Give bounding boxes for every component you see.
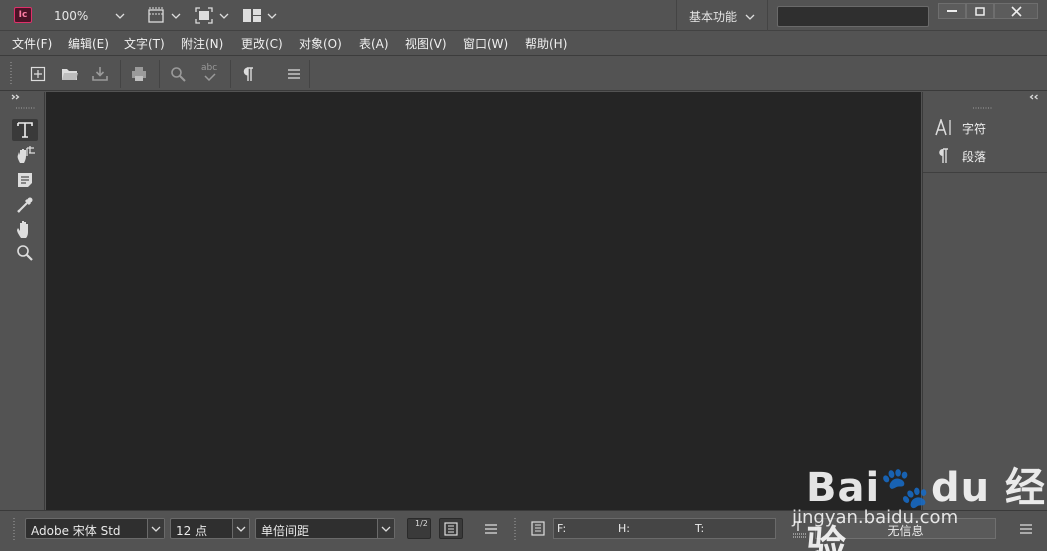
panel-grip-icon[interactable] bbox=[16, 106, 36, 110]
app-logo-icon: Ic bbox=[14, 7, 32, 23]
chevron-down-icon bbox=[381, 526, 391, 532]
menu-changes[interactable]: 更改(C) bbox=[241, 35, 283, 52]
pilcrow-icon[interactable] bbox=[242, 66, 254, 82]
find-icon[interactable] bbox=[170, 66, 186, 82]
chevron-down-icon bbox=[236, 526, 246, 532]
paragraph-icon bbox=[939, 148, 948, 163]
zoom-tool-button[interactable] bbox=[12, 242, 38, 264]
character-panel-label: 字符 bbox=[962, 122, 987, 136]
zoom-dropdown-chevron-icon[interactable] bbox=[115, 12, 125, 20]
font-family-select[interactable]: Adobe 宋体 Std bbox=[25, 518, 165, 539]
minimize-icon bbox=[947, 10, 957, 12]
statusbar-grip-icon[interactable] bbox=[513, 518, 517, 540]
maximize-button[interactable] bbox=[966, 3, 994, 19]
workspace-switcher[interactable]: 基本功能 bbox=[689, 8, 737, 25]
menu-help[interactable]: 帮助(H) bbox=[525, 35, 567, 52]
control-toolbar: abc bbox=[0, 55, 1047, 91]
import-icon[interactable] bbox=[92, 66, 108, 82]
paragraph-style-toggle[interactable] bbox=[439, 518, 463, 539]
menu-view[interactable]: 视图(V) bbox=[405, 35, 447, 52]
f-label: F: bbox=[557, 522, 567, 535]
document-lines-icon bbox=[444, 522, 458, 536]
baidu-watermark-url: jingyan.baidu.com bbox=[792, 507, 959, 528]
toolbar-menu-icon[interactable] bbox=[286, 66, 302, 82]
menu-table[interactable]: 表(A) bbox=[359, 35, 389, 52]
panel-grip-icon[interactable] bbox=[973, 106, 993, 110]
menu-notes[interactable]: 附注(N) bbox=[181, 35, 223, 52]
toolbar-separator bbox=[230, 60, 231, 88]
paragraph-panel-label: 段落 bbox=[962, 150, 987, 164]
eyedropper-icon bbox=[17, 197, 33, 213]
screen-mode-icon[interactable] bbox=[195, 7, 213, 24]
arrange-documents-icon[interactable] bbox=[242, 8, 262, 23]
h-label: H: bbox=[618, 522, 630, 535]
note-tool-icon bbox=[18, 173, 32, 187]
toolbar-grip-icon[interactable] bbox=[9, 62, 13, 86]
open-folder-icon[interactable] bbox=[61, 66, 79, 82]
font-size-select[interactable]: 12 点 bbox=[170, 518, 250, 539]
screen-mode-chevron-icon[interactable] bbox=[219, 12, 229, 20]
type-tool-icon bbox=[17, 122, 33, 138]
hand-icon bbox=[17, 221, 28, 238]
story-icon[interactable] bbox=[531, 521, 545, 536]
menu-file[interactable]: 文件(F) bbox=[12, 35, 52, 52]
font-size-dropdown[interactable] bbox=[232, 519, 249, 538]
tools-panel bbox=[8, 92, 45, 510]
new-document-icon[interactable] bbox=[30, 66, 46, 82]
view-options-icon[interactable] bbox=[147, 7, 167, 24]
menu-window[interactable]: 窗口(W) bbox=[463, 35, 508, 52]
statusbar-menu-icon[interactable] bbox=[483, 522, 499, 536]
t-label: T: bbox=[695, 522, 705, 535]
close-button[interactable] bbox=[994, 3, 1038, 19]
toolbar-separator bbox=[120, 60, 121, 88]
toolbar-separator bbox=[159, 60, 160, 88]
line-spacing-dropdown[interactable] bbox=[377, 519, 394, 538]
position-tool-icon bbox=[17, 146, 35, 163]
chevron-down-icon bbox=[151, 526, 161, 532]
baidu-watermark: Bai🐾du 经验 bbox=[806, 465, 1047, 551]
titlebar-divider bbox=[676, 0, 677, 31]
titlebar-divider bbox=[767, 0, 768, 31]
search-input[interactable] bbox=[777, 6, 929, 27]
menu-edit[interactable]: 编辑(E) bbox=[68, 35, 109, 52]
toolbar-separator bbox=[309, 60, 310, 88]
arrange-documents-chevron-icon[interactable] bbox=[267, 12, 277, 20]
eyedropper-tool-button[interactable] bbox=[12, 195, 38, 217]
position-info-field: F: H: T: bbox=[553, 518, 776, 539]
print-icon[interactable] bbox=[131, 66, 147, 82]
font-family-dropdown[interactable] bbox=[147, 519, 164, 538]
character-panel-tab[interactable]: 字符 bbox=[935, 117, 1035, 139]
line-spacing-select[interactable]: 单倍间距 bbox=[255, 518, 395, 539]
paragraph-panel-tab[interactable]: 段落 bbox=[935, 145, 1035, 167]
zoom-level[interactable]: 100% bbox=[54, 9, 88, 23]
menu-type[interactable]: 文字(T) bbox=[124, 35, 165, 52]
line-numbers-toggle[interactable]: 1/2 bbox=[407, 518, 431, 539]
statusbar-grip-icon[interactable] bbox=[12, 518, 16, 540]
character-icon bbox=[935, 119, 951, 136]
position-tool-button[interactable] bbox=[12, 144, 38, 166]
note-tool-button[interactable] bbox=[12, 170, 38, 192]
expand-panel-icon[interactable] bbox=[11, 94, 21, 100]
document-canvas[interactable] bbox=[46, 92, 921, 510]
close-icon bbox=[1010, 6, 1022, 17]
minimize-button[interactable] bbox=[938, 3, 966, 19]
hand-tool-button[interactable] bbox=[12, 218, 38, 240]
workspace-chevron-icon[interactable] bbox=[745, 13, 755, 21]
panel-dock: 字符 段落 bbox=[922, 92, 1047, 510]
type-tool-button[interactable] bbox=[12, 119, 38, 141]
maximize-icon bbox=[975, 7, 985, 16]
title-bar: Ic 100% 基本功能 bbox=[0, 0, 1047, 31]
menu-bar: 文件(F) 编辑(E) 文字(T) 附注(N) 更改(C) 对象(O) 表(A)… bbox=[0, 31, 1047, 53]
checkmark-icon bbox=[204, 73, 216, 81]
spellcheck-icon[interactable]: abc bbox=[201, 63, 219, 83]
panel-divider bbox=[923, 172, 1047, 173]
zoom-icon bbox=[17, 245, 33, 261]
view-options-chevron-icon[interactable] bbox=[171, 12, 181, 20]
menu-object[interactable]: 对象(O) bbox=[299, 35, 342, 52]
collapse-panel-icon[interactable] bbox=[1029, 94, 1039, 100]
